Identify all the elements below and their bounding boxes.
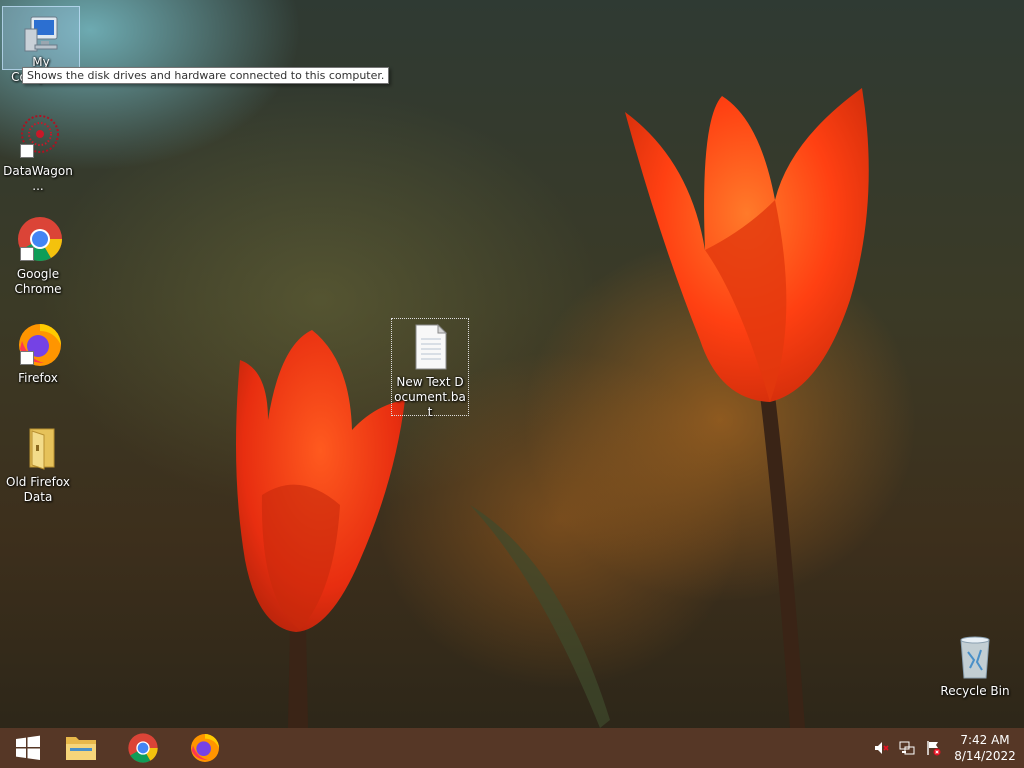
start-button[interactable]	[0, 728, 56, 768]
recycle-bin-icon	[951, 632, 999, 680]
clock-time: 7:42 AM	[960, 733, 1010, 747]
datawagon-icon	[14, 112, 62, 160]
volume-muted-icon[interactable]	[871, 738, 891, 758]
desktop-icon-label: Old Firefox Data	[6, 475, 70, 504]
desktop-icon-google-chrome[interactable]: Google Chrome	[0, 211, 76, 297]
taskbar-file-explorer[interactable]	[53, 728, 109, 768]
desktop-icon-label: Google Chrome	[14, 267, 62, 296]
desktop-icon-label: Firefox	[18, 371, 58, 385]
clock-date: 8/14/2022	[954, 749, 1016, 763]
system-tray: 7:42 AM 8/14/2022	[868, 728, 1024, 768]
desktop-icon-label: Recycle Bin	[940, 684, 1010, 698]
chrome-icon	[128, 733, 158, 763]
desktop-icon-label: DataWagon...	[3, 164, 73, 193]
desktop-icon-datawagon[interactable]: DataWagon...	[0, 108, 76, 194]
desktop[interactable]: My Computer Shows the disk drives and ha…	[0, 0, 1024, 768]
desktop-icon-my-computer[interactable]: My Computer	[2, 6, 80, 84]
desktop-icon-old-firefox-data[interactable]: Old Firefox Data	[0, 419, 76, 505]
network-icon[interactable]	[897, 738, 917, 758]
shortcut-arrow-icon	[20, 144, 34, 158]
chrome-icon	[14, 215, 62, 263]
taskbar-chrome[interactable]	[115, 728, 171, 768]
desktop-icon-label: New Text Document.bat	[394, 375, 466, 419]
windows-start-icon	[16, 735, 40, 760]
tooltip: Shows the disk drives and hardware conne…	[22, 67, 390, 84]
firefox-icon	[14, 319, 62, 367]
batch-file-icon	[406, 323, 454, 371]
firefox-icon	[191, 734, 219, 762]
taskbar: 7:42 AM 8/14/2022	[0, 728, 1024, 768]
folder-icon	[14, 423, 62, 471]
shortcut-arrow-icon	[20, 247, 34, 261]
clock[interactable]: 7:42 AM 8/14/2022	[946, 732, 1024, 764]
desktop-icon-firefox[interactable]: Firefox	[0, 315, 76, 386]
action-center-flag-icon[interactable]	[923, 738, 943, 758]
desktop-icon-recycle-bin[interactable]: Recycle Bin	[937, 628, 1013, 699]
wallpaper-image	[236, 88, 869, 728]
shortcut-arrow-icon	[20, 351, 34, 365]
desktop-icon-new-text-document[interactable]: New Text Document.bat	[391, 318, 469, 419]
file-explorer-icon	[66, 737, 96, 760]
taskbar-firefox[interactable]	[177, 728, 233, 768]
computer-icon	[17, 11, 65, 59]
